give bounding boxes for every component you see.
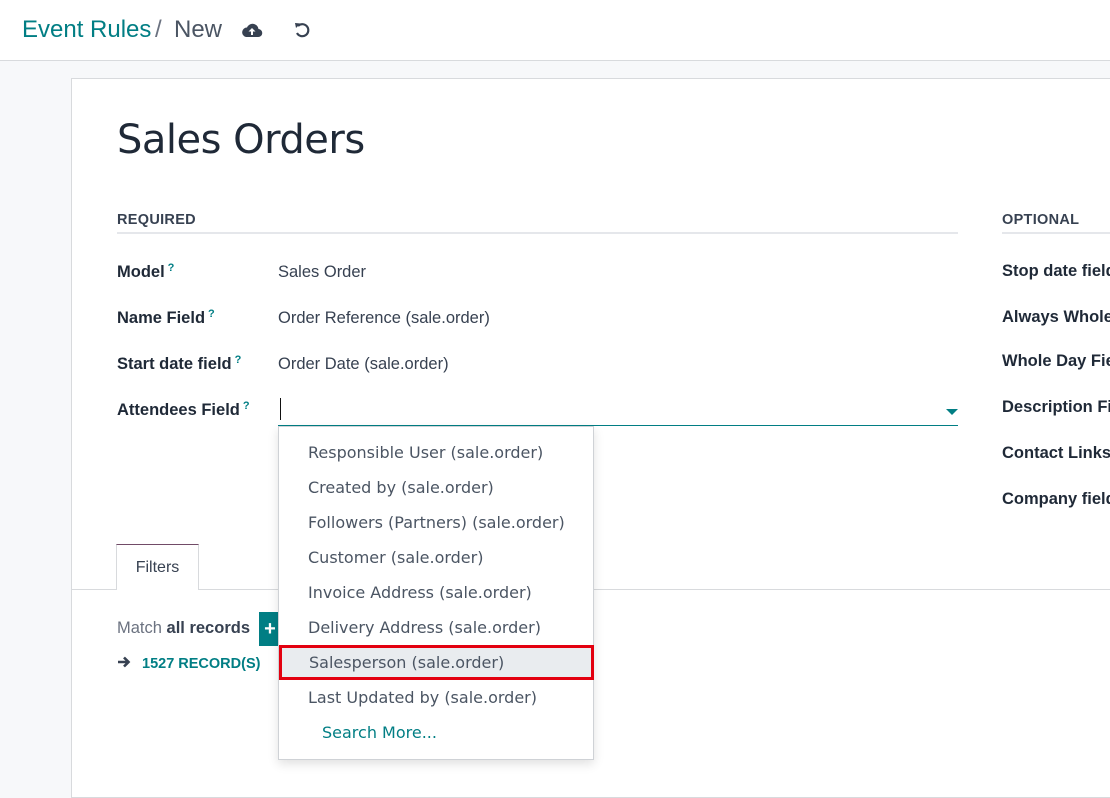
dropdown-item-customer[interactable]: Customer (sale.order) bbox=[280, 540, 592, 575]
attendees-field-input[interactable] bbox=[278, 396, 958, 426]
field-label-start-date: Start date field? bbox=[117, 354, 242, 373]
domain-match-text: Match all records bbox=[117, 619, 250, 637]
attendees-autocomplete-dropdown: Responsible User (sale.order) Created by… bbox=[278, 426, 594, 760]
field-value-name-field[interactable]: Order Reference (sale.order) bbox=[278, 309, 490, 328]
field-label-model: Model? bbox=[117, 262, 175, 281]
dropdown-caret-icon[interactable] bbox=[946, 409, 958, 415]
help-tooltip-icon[interactable]: ? bbox=[243, 400, 250, 412]
field-label-description-field: Description Field bbox=[1002, 398, 1110, 416]
dropdown-item-last-updated-by[interactable]: Last Updated by (sale.order) bbox=[280, 680, 592, 715]
dropdown-item-created-by[interactable]: Created by (sale.order) bbox=[280, 470, 592, 505]
field-label-always-whole-day: Always Whole Day bbox=[1002, 308, 1110, 326]
field-label-whole-day-field: Whole Day Field bbox=[1002, 352, 1110, 370]
undo-icon[interactable] bbox=[290, 18, 314, 42]
field-label-stop-date: Stop date field bbox=[1002, 262, 1110, 280]
help-tooltip-icon[interactable]: ? bbox=[235, 354, 242, 366]
dropdown-item-salesperson[interactable]: Salesperson (sale.order) bbox=[279, 645, 594, 680]
record-count-link[interactable]: 1527 RECORD(S) bbox=[142, 656, 260, 672]
required-section-divider bbox=[117, 232, 958, 234]
field-label-contact-links: Contact Links bbox=[1002, 444, 1110, 462]
tab-filters[interactable]: Filters bbox=[116, 544, 199, 590]
text-cursor bbox=[280, 398, 281, 420]
dropdown-search-more[interactable]: Search More... bbox=[280, 715, 592, 750]
breadcrumb-separator: / bbox=[155, 16, 162, 43]
dropdown-item-responsible-user[interactable]: Responsible User (sale.order) bbox=[280, 435, 592, 470]
help-tooltip-icon[interactable]: ? bbox=[208, 308, 215, 320]
dropdown-item-invoice-address[interactable]: Invoice Address (sale.order) bbox=[280, 575, 592, 610]
record-title[interactable]: Sales Orders bbox=[117, 117, 365, 163]
dropdown-item-delivery-address[interactable]: Delivery Address (sale.order) bbox=[280, 610, 592, 645]
optional-section-divider bbox=[1002, 232, 1110, 234]
control-panel: Event Rules / New bbox=[0, 0, 1110, 61]
field-value-start-date[interactable]: Order Date (sale.order) bbox=[278, 355, 449, 374]
arrow-right-icon bbox=[117, 655, 131, 674]
field-value-model[interactable]: Sales Order bbox=[278, 263, 366, 282]
optional-section-title: OPTIONAL bbox=[1002, 212, 1080, 228]
breadcrumb-event-rules[interactable]: Event Rules bbox=[22, 16, 151, 44]
required-section-title: REQUIRED bbox=[117, 212, 196, 228]
cloud-upload-icon[interactable] bbox=[240, 18, 264, 42]
dropdown-item-followers[interactable]: Followers (Partners) (sale.order) bbox=[280, 505, 592, 540]
help-tooltip-icon[interactable]: ? bbox=[168, 262, 175, 274]
field-label-attendees: Attendees Field? bbox=[117, 400, 250, 419]
breadcrumb-current: New bbox=[174, 16, 223, 43]
field-label-name-field: Name Field? bbox=[117, 308, 215, 327]
field-label-company-field: Company field bbox=[1002, 490, 1110, 508]
